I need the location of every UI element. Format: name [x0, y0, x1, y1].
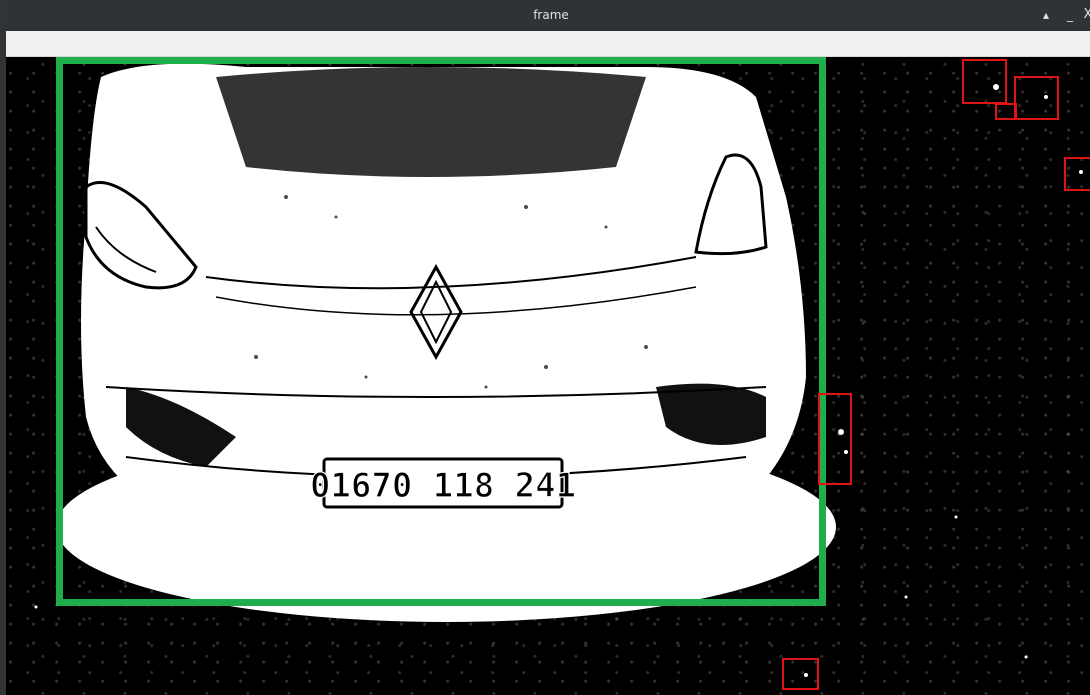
- vehicle-detection-box: [56, 57, 826, 606]
- region-box: [962, 59, 1007, 104]
- opencv-window: frame ▴ _ X: [0, 0, 1090, 695]
- region-box: [1014, 76, 1059, 120]
- region-box: [995, 103, 1017, 120]
- caret-up-icon[interactable]: ▴: [1036, 4, 1056, 26]
- close-icon[interactable]: X: [1078, 4, 1090, 26]
- title-bar[interactable]: frame ▴ _ X: [6, 0, 1090, 31]
- minimize-icon[interactable]: _: [1060, 4, 1080, 26]
- image-canvas: 01670 118 241: [6, 57, 1090, 695]
- region-box: [1064, 157, 1090, 191]
- window-title: frame: [533, 8, 569, 22]
- region-box: [782, 658, 819, 690]
- toolbar: [6, 31, 1090, 57]
- region-box: [818, 393, 852, 485]
